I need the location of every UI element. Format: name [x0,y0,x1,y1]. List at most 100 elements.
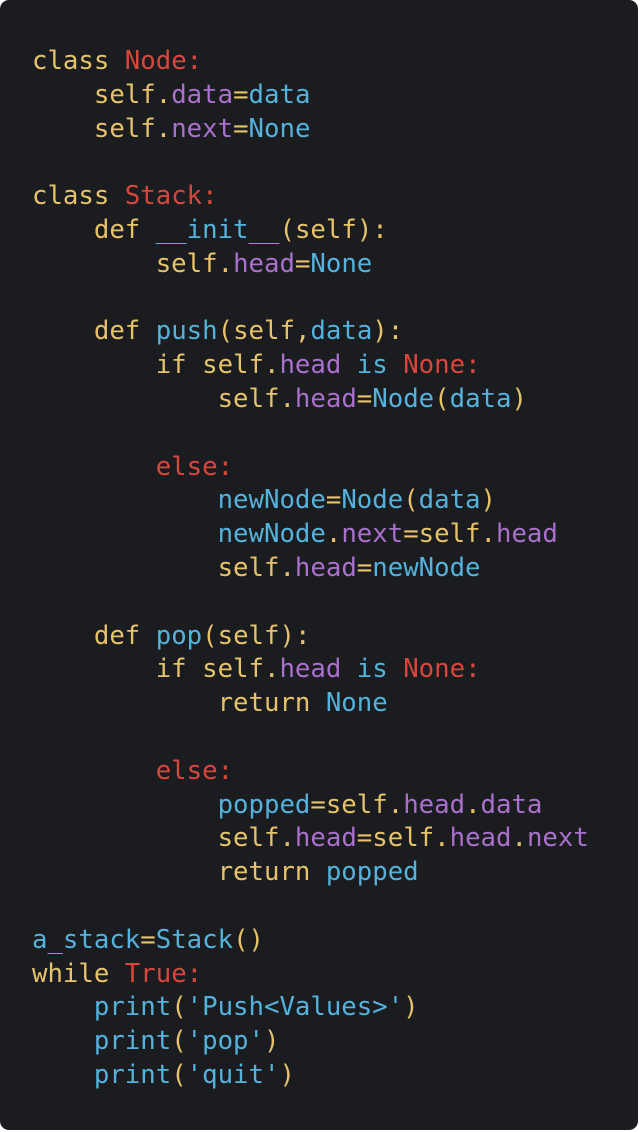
code-line: print('quit') [32,1059,589,1093]
code-line: class Stack: [32,180,589,214]
code-token: self [32,113,156,144]
code-token: () [233,924,264,955]
code-token: class [32,181,125,212]
code-token: True: [124,958,203,989]
code-token: ( [171,1026,187,1057]
code-token: Stack [155,924,234,955]
code-token: head [403,789,466,820]
code-token: . [279,552,295,583]
code-token: newNode [32,519,326,550]
code-token: ): [356,214,388,245]
code-token: . [434,823,450,854]
code-token: head [294,383,357,414]
code-line: def pop(self): [32,620,589,654]
code-token: head [279,654,342,685]
code-token: is [341,654,404,685]
code-line: else: [32,451,589,485]
code-token: self [32,552,280,583]
code-token: class [32,46,125,76]
code-token: = [294,248,311,279]
code-token: ( [279,214,295,245]
code-line: return None [32,687,589,721]
code-token: self [233,316,295,347]
code-line: if self.head is None: [32,349,589,383]
code-token: 'quit' [186,1059,280,1090]
code-token: self [325,789,388,820]
code-token: self [202,654,264,685]
code-line: newNode.next=self.head [32,518,589,552]
code-token: = [356,823,373,854]
code-token: next [171,113,234,144]
code-line: class Node: [32,45,589,79]
code-token: data [480,789,543,820]
code-token: Node [372,383,435,414]
code-token: None: [403,654,481,685]
code-token: self [217,620,280,651]
code-line: if self.head is None: [32,653,589,687]
code-token: if [32,654,203,685]
code-token: newNode [32,485,326,516]
code-token: next [341,519,404,550]
code-token: __init__ [155,214,280,245]
code-token: self [372,823,435,854]
code-token: head [279,350,342,381]
code-token: ): [372,316,404,347]
code-token: 'Push<Values>' [186,992,404,1023]
code-token: print [32,992,172,1023]
code-token: else: [32,755,234,786]
code-token: pop [155,620,203,651]
code-line: def __init__(self): [32,214,589,248]
code-token: newNode [372,552,481,583]
code-token: head [449,823,512,854]
code-token: def [32,620,156,651]
code-line: while True: [32,958,589,992]
code-token: . [279,383,295,414]
code-token: ) [480,485,496,516]
code-token: data [418,485,481,516]
code-token: ) [279,1059,295,1090]
code-token: = [233,79,249,110]
code-token: while [32,958,125,989]
code-token: data [310,316,373,347]
code-line: self.head=newNode [32,552,589,586]
code-token: . [264,654,280,685]
code-token: return [32,857,326,888]
code-token: self [202,350,264,381]
code-token: = [310,789,326,820]
code-token: . [279,823,295,854]
code-token: ( [202,620,218,651]
code-token: . [264,350,280,381]
code-token: def [32,214,156,245]
code-token: self [32,79,156,110]
code-token: = [356,383,373,414]
code-token: self [418,519,481,550]
code-line: newNode=Node(data) [32,484,589,518]
code-token: self [294,214,357,245]
code-line: self.data=data [32,79,589,113]
code-token: data [171,79,234,110]
code-line: self.head=self.head.next [32,822,589,856]
code-token: None [248,113,311,144]
code-token: = [140,924,156,955]
code-token: push [155,316,218,347]
code-token: print [32,1059,172,1090]
code-token: Node [341,485,404,516]
code-token: next [526,823,589,854]
code-token: self [32,248,218,279]
code-line: print('pop') [32,1025,589,1059]
code-token: Stack: [124,181,218,212]
code-token: self [32,823,280,854]
code-token: = [233,113,249,144]
code-token: . [387,789,404,820]
code-token: ): [279,620,311,651]
code-token: head [294,823,357,854]
code-token: . [155,79,172,110]
code-token: . [155,113,172,144]
code-token: = [356,552,373,583]
code-token: def [32,316,156,347]
code-token: = [403,519,419,550]
code-line: self.next=None [32,113,589,147]
